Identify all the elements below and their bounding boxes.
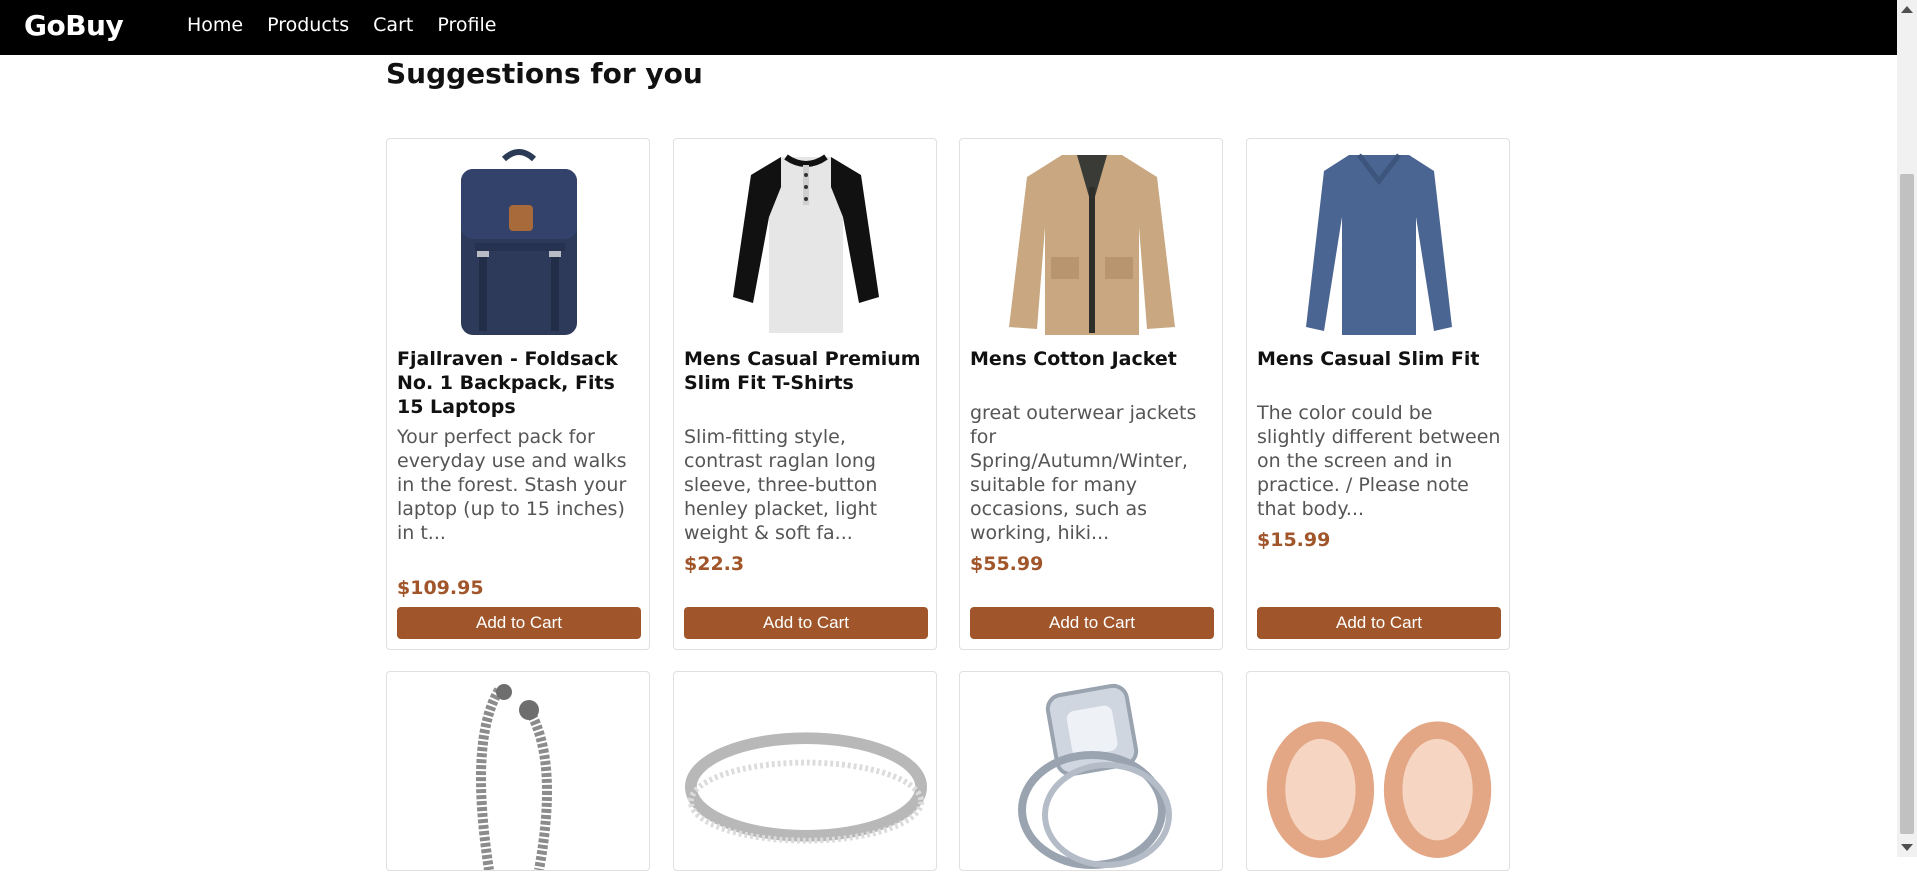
scrollbar-thumb[interactable] [1900,174,1914,834]
product-price: $109.95 [397,577,484,599]
product-card: Fjallraven - Foldsack No. 1 Backpack, Fi… [386,138,650,650]
page-title: Suggestions for you [386,57,703,90]
earring-plugs-image[interactable] [1257,680,1501,870]
add-to-cart-button[interactable]: Add to Cart [1257,607,1501,639]
nav-links: Home Products Cart Profile [187,14,520,36]
product-description: Slim-fitting style, contrast raglan long… [684,426,878,544]
product-title[interactable]: Mens Cotton Jacket [970,347,1214,371]
product-card: Mens Cotton Jacket great outerwear jacke… [959,138,1223,650]
product-price: $15.99 [1257,529,1331,551]
vertical-scrollbar[interactable] [1897,0,1917,857]
nav-link-profile[interactable]: Profile [437,14,496,36]
product-description: Your perfect pack for everyday use and w… [397,426,627,544]
add-to-cart-button[interactable]: Add to Cart [970,607,1214,639]
product-card [959,671,1223,871]
product-description: The color could be slightly different be… [1257,402,1501,520]
add-to-cart-button[interactable]: Add to Cart [684,607,928,639]
nav-link-home[interactable]: Home [187,14,243,36]
product-card [673,671,937,871]
nav-link-products[interactable]: Products [267,14,349,36]
product-card [1246,671,1510,871]
product-card: Mens Casual Premium Slim Fit T-Shirts Sl… [673,138,937,650]
brand-logo[interactable]: GoBuy [24,9,124,42]
scroll-up-icon[interactable] [1901,6,1913,13]
product-price: $55.99 [970,553,1044,575]
product-price: $22.3 [684,553,745,575]
scroll-down-icon[interactable] [1901,844,1913,851]
backpack-image[interactable] [397,147,641,337]
nav-link-cart[interactable]: Cart [373,14,413,36]
product-description: great outerwear jackets for Spring/Autum… [970,402,1197,544]
product-title[interactable]: Mens Casual Premium Slim Fit T-Shirts [684,347,928,395]
product-card [386,671,650,871]
tshirt-image[interactable] [684,147,928,337]
product-card: Mens Casual Slim Fit The color could be … [1246,138,1510,650]
product-title[interactable]: Mens Casual Slim Fit [1257,347,1501,371]
diamond-ring-image[interactable] [970,680,1214,870]
navbar: GoBuy Home Products Cart Profile [0,0,1897,55]
longsleeve-image[interactable] [1257,147,1501,337]
add-to-cart-button[interactable]: Add to Cart [397,607,641,639]
jacket-image[interactable] [970,147,1214,337]
bracelet-image[interactable] [397,680,641,870]
ring-image[interactable] [684,692,928,882]
product-title[interactable]: Fjallraven - Foldsack No. 1 Backpack, Fi… [397,347,641,419]
